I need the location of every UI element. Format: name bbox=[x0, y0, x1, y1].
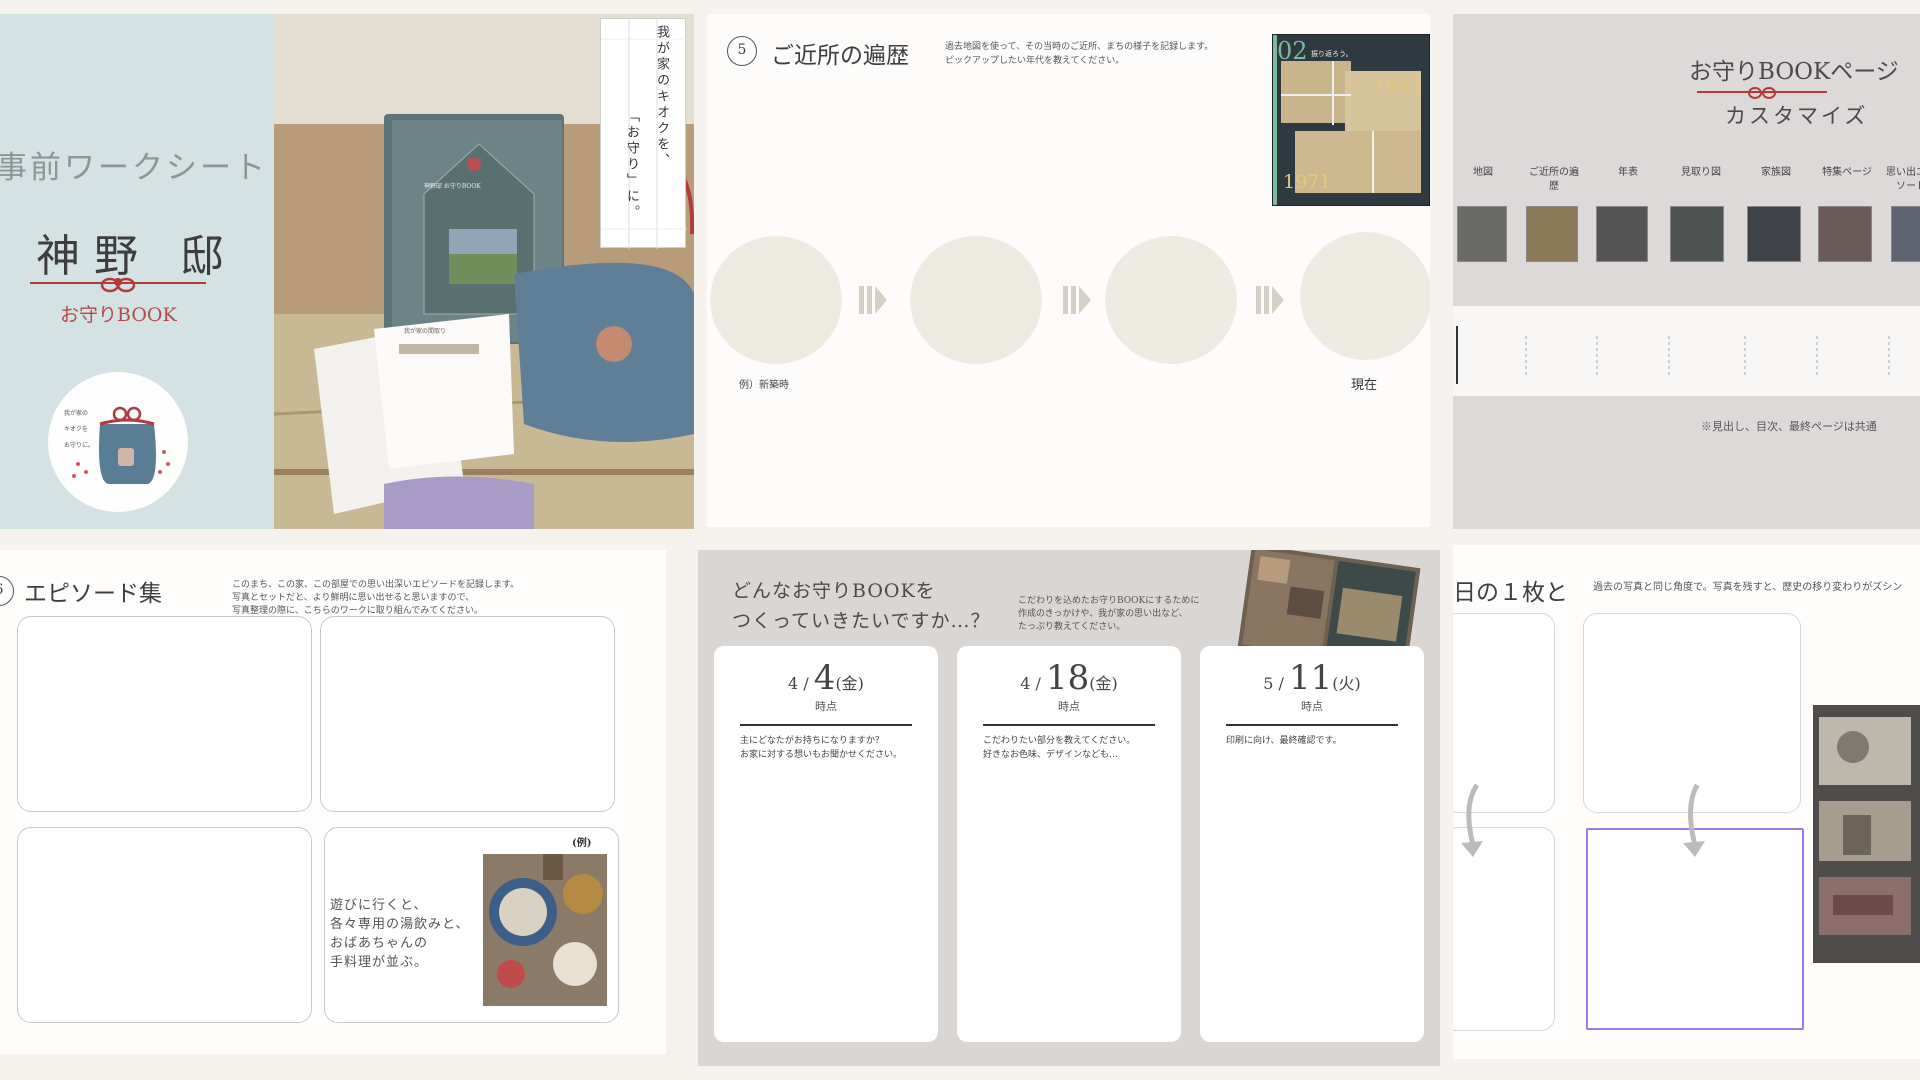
customize-title: お守りBOOKページ bbox=[1689, 59, 1899, 85]
milestone-month: 4 bbox=[788, 674, 799, 693]
page-option-label: 思い出エピソード bbox=[1886, 167, 1920, 192]
page-option-label: ご近所の遍歴 bbox=[1529, 167, 1579, 192]
page-option-thumbnail[interactable] bbox=[1670, 206, 1724, 262]
customize-subtitle: カスタマイズ bbox=[1725, 104, 1869, 128]
vertical-tagline: 我が家のキオクを、 bbox=[654, 25, 669, 169]
milestone-month: 5 bbox=[1263, 674, 1274, 693]
milestone-questions: こだわりたい部分を教えてください。 好きなお色味、デザインなども… bbox=[983, 734, 1135, 762]
vertical-tagline: 「お守り」に。 bbox=[624, 109, 639, 221]
page-option-thumbnail[interactable] bbox=[1457, 206, 1507, 262]
milestone-column[interactable]: 5 / 11(火) 時点 印刷に向け、最終確認です。 bbox=[1200, 646, 1424, 1042]
example-text-line: 手料理が並ぶ。 bbox=[330, 955, 429, 970]
divider bbox=[740, 724, 912, 726]
episode-card[interactable] bbox=[320, 616, 615, 812]
question-line: 印刷に向け、最終確認です。 bbox=[1226, 736, 1342, 746]
milestone-point: 時点 bbox=[815, 700, 837, 713]
episode-collection-slide[interactable]: 6 エピソード集 このまち、この家、この部屋での思い出深いエピソードを記録します… bbox=[0, 550, 666, 1054]
example-text-line: おばあちゃんの bbox=[330, 936, 429, 951]
book-plan-slide[interactable]: どんなお守りBOOKを つくっていきたいですか…？ こだわりを込めたお守りBOO… bbox=[698, 550, 1440, 1066]
milestone-column[interactable]: 4 / 4(金) 時点 主にどなたがお持ちになりますか？ お家に対する想いもお聞… bbox=[714, 646, 938, 1042]
section-description: 写真とセットだと、より鮮明に思い出せると思いますので、 bbox=[232, 593, 475, 603]
example-text-line: 各々専用の湯飲みと、 bbox=[330, 917, 470, 932]
milestone-day: 11 bbox=[1288, 658, 1333, 698]
page-option-thumbnail[interactable] bbox=[1526, 206, 1578, 262]
page-option-label: 地図 bbox=[1473, 167, 1493, 178]
milestone-day: 4 bbox=[813, 658, 836, 698]
cover-slide[interactable]: 事前ワークシート 神野 邸 お守りBOOK 我が家の キオクを お守りに。 神野… bbox=[0, 14, 694, 529]
milestone-column[interactable]: 4 / 18(金) 時点 こだわりたい部分を教えてください。 好きなお色味、デザ… bbox=[957, 646, 1181, 1042]
milestone-date: 4 / 18(金) bbox=[1020, 658, 1118, 698]
question-line: 好きなお色味、デザインなども… bbox=[983, 750, 1119, 760]
page-option-label: 特集ページ bbox=[1822, 167, 1872, 178]
timeline-start-label: 例）新築時 bbox=[739, 380, 789, 391]
example-label: (例) bbox=[572, 838, 592, 849]
vertical-tagline-box: 我が家のキオクを、 「お守り」に。 bbox=[600, 18, 687, 249]
mizuhiki-knot-icon bbox=[30, 277, 206, 293]
divider bbox=[1226, 724, 1398, 726]
milestone-weekday: (金) bbox=[1089, 674, 1118, 693]
timeline-end-label: 現在 bbox=[1351, 378, 1378, 393]
milestone-weekday: (金) bbox=[835, 674, 864, 693]
question-line: お家に対する想いもお聞かせください。 bbox=[740, 750, 903, 760]
page-option-thumbnail[interactable] bbox=[1891, 206, 1920, 262]
selection-strip[interactable] bbox=[1453, 306, 1920, 396]
plan-description: たっぷり教えてください。 bbox=[1018, 622, 1126, 632]
timeline-arrows bbox=[859, 286, 1284, 314]
plan-description: 作成のきっかけや、我が家の思い出など、 bbox=[1018, 609, 1188, 619]
milestone-questions: 主にどなたがお持ちになりますか？ お家に対する想いもお聞かせください。 bbox=[740, 734, 902, 762]
page-option-label: 家族図 bbox=[1761, 167, 1791, 178]
neighborhood-history-slide[interactable]: 5 ご近所の遍歴 過去地図を使って、その当時のご近所、まちの様子を記録します。 … bbox=[707, 14, 1430, 527]
plan-title-line: どんなお守りBOOKを bbox=[732, 580, 936, 602]
paper-label: 我が家の間取り bbox=[404, 328, 447, 335]
section-number: 6 bbox=[0, 576, 14, 606]
album-label: 神野邸 お守りBOOK bbox=[424, 183, 481, 190]
milestone-date: 4 / 4(金) bbox=[788, 658, 864, 698]
section-description: このまち、この家、この部屋での思い出深いエピソードを記録します。 bbox=[232, 580, 520, 590]
milestone-point: 時点 bbox=[1058, 700, 1080, 713]
milestone-month: 4 bbox=[1020, 674, 1031, 693]
pouch-icon bbox=[72, 406, 170, 484]
old-photo-strip bbox=[1813, 705, 1920, 963]
page-option-thumbnail[interactable] bbox=[1818, 206, 1872, 262]
plan-description: こだわりを込めたお守りBOOKにするために bbox=[1018, 596, 1200, 606]
divider bbox=[983, 724, 1155, 726]
page-option-label: 年表 bbox=[1618, 167, 1638, 178]
cover-book-title: お守りBOOK bbox=[60, 304, 177, 326]
episode-card[interactable] bbox=[17, 616, 312, 812]
plan-title: どんなお守りBOOKを つくっていきたいですか…？ bbox=[732, 576, 990, 636]
plan-title-line: つくっていきたいですか…？ bbox=[732, 610, 991, 632]
example-food-photo bbox=[483, 854, 607, 1006]
cover-pre-title: 事前ワークシート bbox=[0, 150, 268, 186]
question-line: こだわりたい部分を教えてください。 bbox=[983, 736, 1136, 746]
example-text-line: 遊びに行くと、 bbox=[330, 898, 428, 913]
cover-pouch-badge: 我が家の キオクを お守りに。 bbox=[48, 372, 188, 512]
customize-note: ※見出し、目次、最終ページは共通 bbox=[1701, 420, 1877, 433]
strip-dividers bbox=[1456, 326, 1890, 384]
milestone-date: 5 / 11(火) bbox=[1263, 658, 1361, 698]
milestone-weekday: (火) bbox=[1332, 674, 1361, 693]
milestone-day: 18 bbox=[1045, 658, 1090, 698]
milestone-questions: 印刷に向け、最終確認です。 bbox=[1226, 734, 1342, 748]
page-option-label: 見取り図 bbox=[1681, 167, 1721, 178]
episode-card[interactable] bbox=[17, 827, 312, 1023]
example-text: 遊びに行くと、 各々専用の湯飲みと、 おばあちゃんの 手料理が並ぶ。 bbox=[330, 896, 469, 972]
page-option-thumbnail[interactable] bbox=[1747, 206, 1801, 262]
same-angle-photo-slide[interactable]: 日の１枚と 過去の写真と同じ角度で。写真を残すと、歴史の移り変わりがズシン bbox=[1453, 545, 1920, 1059]
section-title: エピソード集 bbox=[24, 581, 162, 607]
page-customize-slide[interactable]: お守りBOOKページ カスタマイズ 地図 ご近所の遍歴 年表 見取り図 家族図 … bbox=[1453, 14, 1920, 529]
question-line: 主にどなたがお持ちになりますか？ bbox=[740, 736, 884, 746]
grid-lines bbox=[601, 19, 687, 249]
milestone-point: 時点 bbox=[1301, 700, 1323, 713]
page-option-thumbnail[interactable] bbox=[1596, 206, 1648, 262]
